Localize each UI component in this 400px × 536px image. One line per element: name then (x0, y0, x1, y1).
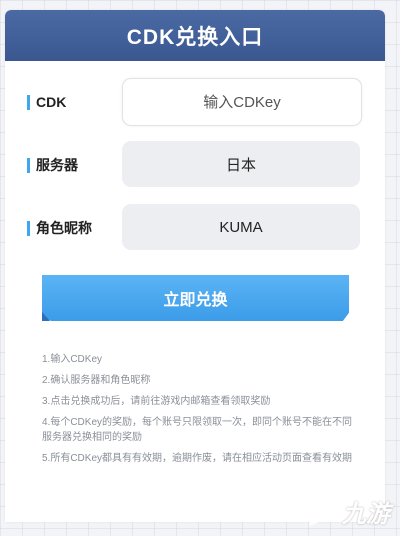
cdk-redeem-card: CDK兑换入口 CDK 服务器 日本 角色昵称 (5, 10, 385, 522)
cdk-field (122, 78, 362, 126)
nickname-row: 角色昵称 KUMA (5, 204, 385, 252)
redeem-button[interactable]: 立即兑换 (42, 275, 349, 321)
watermark-text: 九游 (342, 500, 390, 528)
label-marker (27, 220, 30, 236)
cdk-row: CDK (5, 78, 385, 126)
server-label-group: 服务器 (27, 141, 78, 189)
button-corner-decoration (42, 312, 50, 321)
cdk-input[interactable] (123, 92, 361, 112)
label-marker (27, 157, 30, 173)
page: CDK兑换入口 CDK 服务器 日本 角色昵称 (0, 0, 400, 536)
watermark: 九游 (301, 492, 390, 530)
nickname-label-group: 角色昵称 (27, 204, 92, 252)
cdk-label-group: CDK (27, 78, 66, 126)
jiuyou-logo-icon (307, 495, 331, 526)
instruction-item: 3.点击兑换成功后，请前往游戏内邮箱查看领取奖励 (42, 396, 271, 407)
instruction-item: 1.输入CDKey (42, 354, 103, 365)
page-title: CDK兑换入口 (126, 25, 264, 49)
instruction-item: 4.每个CDKey的奖励，每个账号只限领取一次，即同个账号不能在不同服务器兑换相… (42, 417, 353, 443)
server-label: 服务器 (36, 157, 78, 173)
nickname-label: 角色昵称 (36, 220, 92, 236)
server-field[interactable]: 日本 (122, 141, 360, 187)
header: CDK兑换入口 (5, 10, 385, 61)
label-marker (27, 94, 30, 110)
server-row: 服务器 日本 (5, 141, 385, 189)
nickname-field[interactable]: KUMA (122, 204, 360, 250)
cdk-label: CDK (36, 94, 67, 110)
instruction-item: 2.确认服务器和角色昵称 (42, 375, 151, 386)
instructions-list: 1.输入CDKey 2.确认服务器和角色昵称 3.点击兑换成功后，请前往游戏内邮… (42, 352, 360, 472)
instruction-item: 5.所有CDKey都具有有效期，逾期作废，请在相应活动页面查看有效期 (42, 453, 353, 464)
